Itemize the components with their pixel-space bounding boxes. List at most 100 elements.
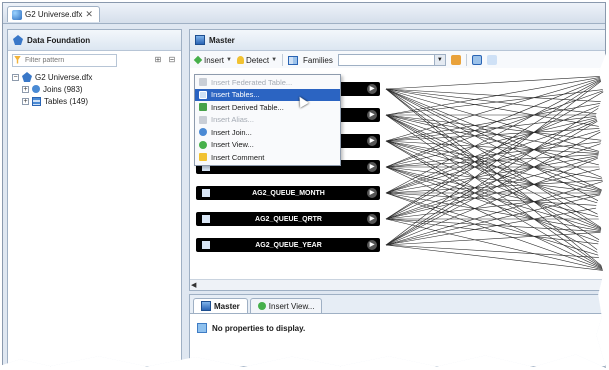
find-icon[interactable]: [471, 55, 482, 65]
properties-panel: Master Insert View... No properties to d…: [189, 294, 605, 367]
table-name: AG2_QUEUE_MONTH: [252, 189, 325, 197]
tree-item-tables[interactable]: + Tables (149): [12, 95, 177, 107]
table-box-year[interactable]: AG2_QUEUE_YEAR ▶: [196, 238, 380, 252]
menu-item-insert-view[interactable]: Insert View...: [195, 139, 340, 152]
join-line: [385, 140, 605, 168]
menu-item-label: Insert Tables...: [211, 90, 260, 100]
menu-item-insert-comment[interactable]: Insert Comment: [195, 151, 340, 164]
menu-item-label: Insert Comment: [211, 152, 265, 162]
chevron-right-icon[interactable]: ▶: [367, 188, 377, 198]
data-foundation-icon: [13, 35, 23, 45]
families-label: Families: [303, 55, 333, 65]
master-title: Master: [209, 35, 235, 45]
universe-icon: [12, 9, 22, 20]
joins-icon: [32, 85, 40, 93]
collapse-icon[interactable]: −: [12, 73, 19, 81]
tab-label: Master: [214, 301, 240, 311]
layout-icon[interactable]: [288, 55, 299, 65]
join-icon: [199, 128, 207, 137]
expand-icon[interactable]: +: [22, 85, 29, 93]
master-view-icon: [201, 301, 211, 311]
insert-button[interactable]: Insert ▼: [193, 55, 232, 65]
menu-item-label: Insert View...: [211, 140, 254, 150]
chevron-right-icon[interactable]: ▶: [367, 84, 377, 94]
chevron-right-icon[interactable]: ▶: [367, 162, 377, 172]
chevron-down-icon: ▼: [226, 57, 232, 63]
comment-icon: [199, 153, 207, 162]
data-foundation-tree: − G2 Universe.dfx + Joins (983) + Tables…: [8, 69, 181, 109]
table-icon: [202, 189, 210, 197]
chevron-down-icon[interactable]: ▼: [433, 55, 445, 65]
table-icon: [202, 215, 210, 223]
filter-input[interactable]: [12, 53, 117, 67]
join-line: [385, 218, 605, 246]
federated-table-icon: [199, 78, 207, 87]
table-icon: [202, 241, 210, 249]
tables-icon: [32, 96, 41, 106]
editor-tab-bar: G2 Universe.dfx ✕: [3, 3, 605, 24]
expand-icon[interactable]: +: [22, 97, 29, 105]
close-icon[interactable]: ✕: [85, 9, 93, 20]
master-view-icon: [195, 35, 205, 45]
insert-context-menu: Insert Federated Table... Insert Tables.…: [194, 74, 341, 166]
chevron-right-icon[interactable]: ▶: [367, 214, 377, 224]
filter-row: ⊞ ⊟: [8, 51, 181, 69]
app-window: G2 Universe.dfx ✕ Data Foundation ⊞ ⊟ − …: [2, 2, 606, 368]
menu-item-label: Insert Alias...: [211, 115, 254, 125]
expand-all-icon[interactable]: ⊞: [153, 55, 163, 65]
join-line: [385, 218, 605, 272]
view-icon: [199, 140, 207, 149]
detect-icon: [236, 56, 244, 64]
filter-wrapper: [12, 53, 117, 67]
families-select[interactable]: ▼: [337, 54, 446, 66]
master-header: Master: [190, 30, 605, 51]
editor-tab-label: G2 Universe.dfx: [25, 10, 83, 19]
chevron-right-icon[interactable]: ▶: [367, 240, 377, 250]
join-line: [385, 179, 605, 246]
join-line: [385, 244, 605, 272]
tab-insert-view[interactable]: Insert View...: [249, 298, 323, 313]
tree-root-label: G2 Universe.dfx: [35, 72, 93, 82]
tree-item-joins[interactable]: + Joins (983): [12, 83, 177, 95]
scroll-left-icon[interactable]: ◀: [191, 281, 196, 289]
tab-master[interactable]: Master: [193, 298, 248, 313]
chevron-down-icon: ▼: [271, 57, 278, 63]
tree-item-label: Joins (983): [43, 84, 83, 94]
join-line: [385, 192, 605, 220]
data-foundation-panel: Data Foundation ⊞ ⊟ − G2 Universe.dfx + …: [7, 29, 182, 367]
chevron-right-icon[interactable]: ▶: [367, 110, 377, 120]
join-line: [385, 75, 605, 90]
table-box-month[interactable]: AG2_QUEUE_MONTH ▶: [196, 186, 380, 200]
detect-button[interactable]: Detect ▼: [236, 55, 278, 65]
menu-item-insert-join[interactable]: Insert Join...: [195, 126, 340, 139]
menu-item-label: Insert Derived Table...: [211, 102, 284, 112]
properties-content: No properties to display.: [190, 314, 605, 342]
bottom-tab-bar: Master Insert View...: [190, 295, 605, 314]
horizontal-scrollbar[interactable]: ◀: [190, 279, 605, 290]
table-box-qrtr[interactable]: AG2_QUEUE_QRTR ▶: [196, 212, 380, 226]
collapse-all-icon[interactable]: ⊟: [167, 55, 177, 65]
editor-tab[interactable]: G2 Universe.dfx ✕: [7, 6, 100, 22]
table-icon: [199, 90, 207, 99]
insert-label: Insert: [204, 55, 225, 65]
menu-item-insert-tables[interactable]: Insert Tables...: [195, 88, 340, 101]
menu-item-insert-derived-table[interactable]: Insert Derived Table...: [195, 101, 340, 114]
table-name: AG2_QUEUE_YEAR: [255, 241, 322, 249]
view-icon: [257, 302, 266, 310]
join-line: [385, 166, 605, 194]
data-foundation-title: Data Foundation: [27, 35, 91, 45]
detect-label: Detect: [245, 55, 270, 65]
chevron-right-icon[interactable]: ▶: [367, 136, 377, 146]
universe-icon: [22, 72, 32, 82]
table-name: AG2_QUEUE_QRTR: [255, 215, 322, 223]
zoom-icon[interactable]: [486, 55, 497, 65]
toolbar-separator: [282, 54, 284, 66]
toolbar-separator: [465, 54, 467, 66]
data-foundation-header: Data Foundation: [8, 30, 181, 51]
alias-icon: [199, 115, 207, 124]
derived-table-icon: [199, 103, 207, 112]
color-icon[interactable]: [450, 55, 461, 65]
tree-root[interactable]: − G2 Universe.dfx: [12, 71, 177, 83]
join-line: [385, 244, 605, 259]
menu-item-insert-federated-table: Insert Federated Table...: [195, 76, 340, 89]
